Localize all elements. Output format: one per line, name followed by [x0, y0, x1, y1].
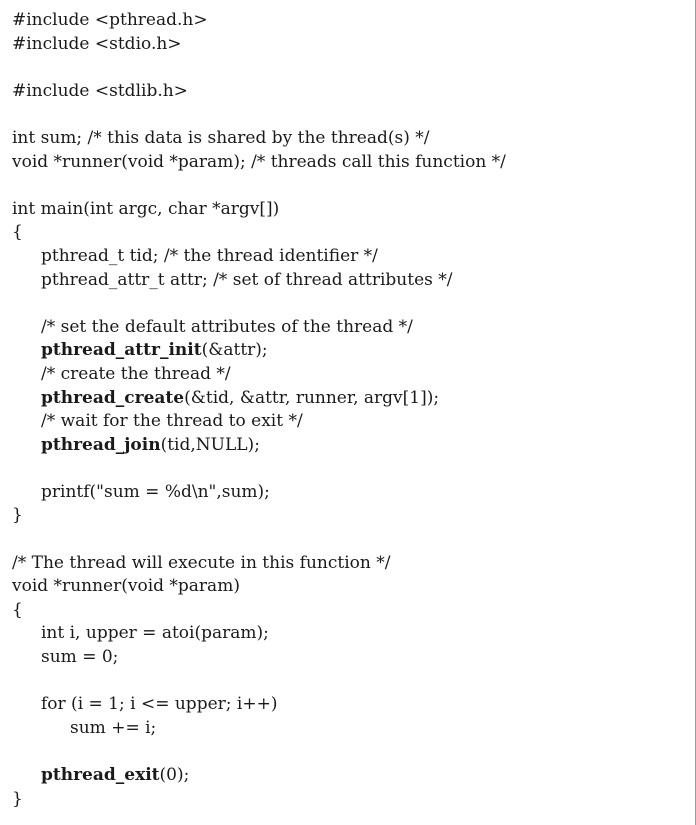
function-name: pthread_attr_init — [41, 340, 202, 361]
code-line: void *runner(void *param) — [12, 575, 688, 599]
function-name: pthread_join — [41, 434, 161, 455]
code-text: { — [12, 599, 23, 620]
code-line: for (i = 1; i <= upper; i++) — [12, 693, 688, 717]
code-text: for (i = 1; i <= upper; i++) — [41, 694, 278, 715]
function-name: pthread_create — [41, 387, 185, 408]
code-listing: #include <pthread.h> #include <stdio.h> #i… — [12, 9, 688, 811]
code-text: } — [12, 505, 23, 526]
code-text: /* wait for the thread to exit */ — [41, 411, 303, 432]
code-text: #include <stdio.h> — [12, 33, 182, 54]
code-text: sum += i; — [70, 717, 157, 738]
code-text: int i, upper = atoi(param); — [41, 623, 269, 644]
code-line: sum += i; — [12, 717, 688, 741]
code-line: sum = 0; — [12, 646, 688, 670]
code-text: void *runner(void *param) — [12, 576, 240, 597]
code-line: pthread_create(&tid, &attr, runner, argv… — [12, 387, 688, 411]
code-text: /* The thread will execute in this funct… — [12, 552, 391, 573]
code-text: /* set the default attributes of the thr… — [41, 316, 413, 337]
code-line: #include <stdlib.h> — [12, 80, 688, 104]
code-text: (&tid, &attr, runner, argv[1]); — [184, 387, 440, 408]
code-text: } — [12, 788, 23, 809]
code-line: printf("sum = %d\n",sum); — [12, 481, 688, 505]
function-name: pthread_exit — [41, 765, 160, 785]
code-text: int sum; /* this data is shared by the t… — [12, 127, 430, 148]
code-line: pthread_attr_init(&attr); — [12, 339, 688, 363]
code-line: } — [12, 504, 688, 528]
code-text: pthread_attr_t attr; /* set of thread at… — [41, 269, 453, 290]
code-text: int main(int argc, char *argv[]) — [12, 198, 280, 219]
code-text: (&attr); — [201, 340, 268, 361]
code-text: #include <pthread.h> — [12, 10, 208, 30]
code-text: sum = 0; — [41, 647, 119, 668]
code-text: pthread_t tid; /* the thread identifier … — [41, 245, 378, 266]
code-line: void *runner(void *param); /* threads ca… — [12, 151, 688, 175]
code-text: printf("sum = %d\n",sum); — [41, 481, 270, 502]
code-line: { — [12, 599, 688, 623]
code-text: (0); — [159, 765, 190, 785]
code-text: void *runner(void *param); /* threads ca… — [12, 151, 506, 172]
code-line: /* The thread will execute in this funct… — [12, 552, 688, 576]
code-line: pthread_exit(0); — [12, 764, 688, 788]
code-line: /* set the default attributes of the thr… — [12, 316, 688, 340]
code-line: { — [12, 221, 688, 245]
code-line: int i, upper = atoi(param); — [12, 622, 688, 646]
code-line: pthread_t tid; /* the thread identifier … — [12, 245, 688, 269]
code-line: /* create the thread */ — [12, 363, 688, 387]
code-text: /* create the thread */ — [41, 363, 231, 384]
code-text: #include <stdlib.h> — [12, 80, 188, 101]
code-line: #include <stdio.h> — [12, 33, 688, 57]
code-line: } — [12, 788, 688, 812]
code-line: pthread_attr_t attr; /* set of thread at… — [12, 269, 688, 293]
code-line: int main(int argc, char *argv[]) — [12, 198, 688, 222]
code-line: int sum; /* this data is shared by the t… — [12, 127, 688, 151]
code-text: { — [12, 222, 23, 243]
code-line: pthread_join(tid,NULL); — [12, 434, 688, 458]
code-text: (tid,NULL); — [160, 434, 260, 455]
code-line: #include <pthread.h> — [12, 9, 688, 33]
code-line: /* wait for the thread to exit */ — [12, 410, 688, 434]
document-page: #include <pthread.h> #include <stdio.h> #i… — [0, 0, 696, 825]
